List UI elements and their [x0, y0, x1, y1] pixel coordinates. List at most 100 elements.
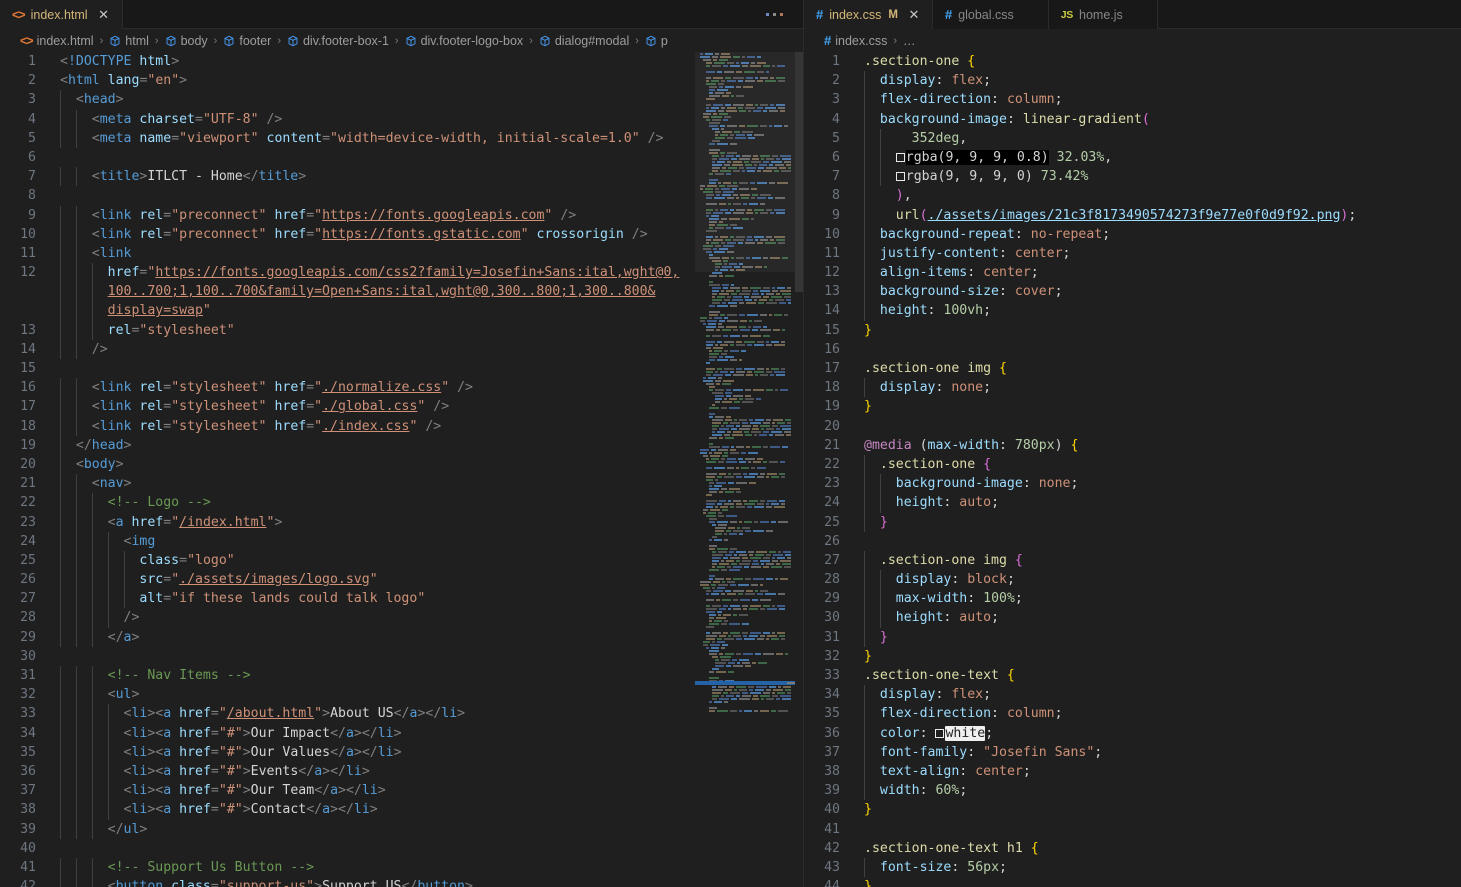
- code-line[interactable]: 37 <li><a href="#">Our Team</a></li>: [0, 781, 803, 801]
- code-content-right[interactable]: 1 .section-one {2 display: flex; 3 flex-di…: [804, 52, 1461, 887]
- code-line[interactable]: 7 <title>ITLCT - Home</title>: [0, 167, 803, 187]
- close-icon[interactable]: ✕: [906, 7, 922, 23]
- code-line[interactable]: 9 url(./assets/images/21c3f8173490574273…: [804, 205, 1461, 225]
- code-line[interactable]: 3 flex-direction: column;: [804, 90, 1461, 110]
- code-line[interactable]: 4 background-image: linear-gradient(: [804, 109, 1461, 129]
- breadcrumb-item-dialog-modal[interactable]: dialog#modal: [537, 34, 631, 48]
- code-line[interactable]: 39 </ul>: [0, 819, 803, 839]
- code-line[interactable]: 33 .section-one-text {: [804, 666, 1461, 685]
- breadcrumb-item-index-html[interactable]: <> index.html: [18, 34, 96, 48]
- code-line[interactable]: 33 <li><a href="/about.html">About US</a…: [0, 704, 803, 724]
- code-line[interactable]: display=swap": [0, 301, 803, 321]
- code-line[interactable]: 30 height: auto;: [804, 608, 1461, 628]
- code-line[interactable]: 41: [804, 820, 1461, 839]
- code-line[interactable]: 2 <html lang="en">: [0, 71, 803, 90]
- code-line[interactable]: 23 background-image: none;: [804, 474, 1461, 494]
- minimap-slider[interactable]: [695, 52, 795, 272]
- code-line[interactable]: 21 <nav>: [0, 474, 803, 494]
- code-line[interactable]: 35 flex-direction: column;: [804, 704, 1461, 724]
- code-line[interactable]: 19}: [804, 397, 1461, 416]
- code-line[interactable]: 25 class="logo": [0, 550, 803, 571]
- code-line[interactable]: 14 height: 100vh;: [804, 301, 1461, 321]
- code-content-left[interactable]: 1 <!DOCTYPE html> 2 <html lang="en"> 3 <head…: [0, 52, 803, 887]
- code-line[interactable]: 25 }: [804, 512, 1461, 532]
- code-line[interactable]: 43 font-size: 56px;: [804, 857, 1461, 878]
- breadcrumb-item-div-footer-box-1[interactable]: div.footer-box-1: [285, 34, 391, 48]
- code-line[interactable]: 36 <li><a href="#">Events</a></li>: [0, 761, 803, 782]
- breadcrumb-item-body[interactable]: body: [163, 34, 210, 48]
- code-line[interactable]: 1 <!DOCTYPE html>: [0, 52, 803, 71]
- code-line[interactable]: 42 <button class="support-us">Support US…: [0, 877, 803, 887]
- vertical-scrollbar-left[interactable]: [795, 52, 803, 887]
- tab-home-js[interactable]: JS home.js ✕: [1048, 0, 1158, 29]
- color-swatch-icon[interactable]: [895, 172, 905, 182]
- code-line[interactable]: 15}: [804, 321, 1461, 340]
- breadcrumb-item-footer[interactable]: footer: [221, 34, 273, 48]
- breadcrumb-item-p[interactable]: p: [643, 34, 670, 48]
- minimap-left[interactable]: [695, 52, 795, 887]
- code-line[interactable]: 26: [804, 532, 1461, 551]
- breadcrumb-item-index-css[interactable]: # index.css: [822, 33, 889, 48]
- tab-index-html[interactable]: <> index.html ✕: [0, 0, 123, 30]
- code-line[interactable]: 24 height: auto;: [804, 493, 1461, 513]
- code-line[interactable]: 29 </a>: [0, 627, 803, 647]
- tab-global-css[interactable]: # global.css ✕: [932, 0, 1049, 29]
- code-line[interactable]: 6 rgba(9, 9, 9, 0.8) 32.03%,: [804, 147, 1461, 168]
- color-swatch-icon[interactable]: [895, 152, 905, 162]
- code-line[interactable]: 28 display: block;: [804, 570, 1461, 590]
- code-line[interactable]: 40: [0, 839, 803, 858]
- code-line[interactable]: 20: [804, 417, 1461, 436]
- breadcrumb-item-div-footer-logo-box[interactable]: div.footer-logo-box: [403, 34, 526, 48]
- code-line[interactable]: 24 <img: [0, 531, 803, 551]
- code-line[interactable]: 12 align-items: center;: [804, 263, 1461, 283]
- code-line[interactable]: 11 justify-content: center;: [804, 243, 1461, 264]
- code-line[interactable]: 39 width: 60%;: [804, 781, 1461, 801]
- code-line[interactable]: 16: [804, 340, 1461, 359]
- code-line[interactable]: 38 <li><a href="#">Contact</a></li>: [0, 800, 803, 820]
- more-actions-icon[interactable]: [760, 9, 789, 20]
- code-line[interactable]: 23 <a href="/index.html">: [0, 512, 803, 532]
- code-line[interactable]: 2 display: flex;: [804, 71, 1461, 91]
- code-line[interactable]: 17 .section-one img {: [804, 359, 1461, 378]
- code-line[interactable]: 10 <link rel="preconnect" href="https://…: [0, 224, 803, 244]
- code-line[interactable]: 31 <!-- Nav Items -->: [0, 666, 803, 686]
- code-line[interactable]: 1 .section-one {: [804, 52, 1461, 71]
- color-swatch-icon[interactable]: [935, 728, 945, 738]
- code-line[interactable]: 5 352deg,: [804, 128, 1461, 148]
- code-line[interactable]: 10 background-repeat: no-repeat;: [804, 224, 1461, 244]
- code-line[interactable]: 9 <link rel="preconnect" href="https://f…: [0, 205, 803, 225]
- code-line[interactable]: 37 font-family: "Josefin Sans";: [804, 742, 1461, 762]
- breadcrumb-item-html[interactable]: html: [107, 34, 151, 48]
- code-line[interactable]: 100..700;1,100..700&family=Open+Sans:ita…: [0, 282, 803, 302]
- code-line[interactable]: 28 />: [0, 608, 803, 628]
- scrollbar-thumb[interactable]: [795, 52, 803, 292]
- code-line[interactable]: 8: [0, 186, 803, 205]
- code-line[interactable]: 4 <meta charset="UTF-8" />: [0, 109, 803, 129]
- code-line[interactable]: 15: [0, 359, 803, 378]
- code-line[interactable]: 12 href="https://fonts.googleapis.com/cs…: [0, 263, 803, 283]
- code-line[interactable]: 34 <li><a href="#">Our Impact</a></li>: [0, 723, 803, 743]
- code-line[interactable]: 29 max-width: 100%;: [804, 589, 1461, 609]
- code-line[interactable]: 13 background-size: cover;: [804, 282, 1461, 302]
- code-line[interactable]: 27 alt="if these lands could talk logo": [0, 589, 803, 609]
- code-line[interactable]: 7 rgba(9, 9, 9, 0) 73.42%: [804, 167, 1461, 187]
- code-line[interactable]: 32}: [804, 647, 1461, 666]
- tab-index-css[interactable]: # index.css M ✕: [804, 0, 933, 30]
- code-line[interactable]: 42 .section-one-text h1 {: [804, 839, 1461, 858]
- code-line[interactable]: 5 <meta name="viewport" content="width=d…: [0, 128, 803, 148]
- code-line[interactable]: 18 display: none;: [804, 378, 1461, 398]
- code-line[interactable]: 13 rel="stylesheet": [0, 320, 803, 340]
- code-line[interactable]: 6: [0, 148, 803, 167]
- code-line[interactable]: 11 <link: [0, 243, 803, 264]
- code-line[interactable]: 41 <!-- Support Us Button -->: [0, 857, 803, 878]
- code-line[interactable]: 8 ),: [804, 186, 1461, 206]
- close-icon[interactable]: ✕: [96, 7, 112, 23]
- code-line[interactable]: 22 .section-one {: [804, 454, 1461, 475]
- code-line[interactable]: 21 @media (max-width: 780px) {: [804, 436, 1461, 455]
- code-line[interactable]: 19 </head>: [0, 435, 803, 455]
- code-line[interactable]: 44}: [804, 877, 1461, 887]
- code-line[interactable]: 18 <link rel="stylesheet" href="./index.…: [0, 416, 803, 436]
- code-line[interactable]: 14 />: [0, 339, 803, 359]
- code-line[interactable]: 36 color: white;: [804, 723, 1461, 743]
- code-line[interactable]: 35 <li><a href="#">Our Values</a></li>: [0, 742, 803, 762]
